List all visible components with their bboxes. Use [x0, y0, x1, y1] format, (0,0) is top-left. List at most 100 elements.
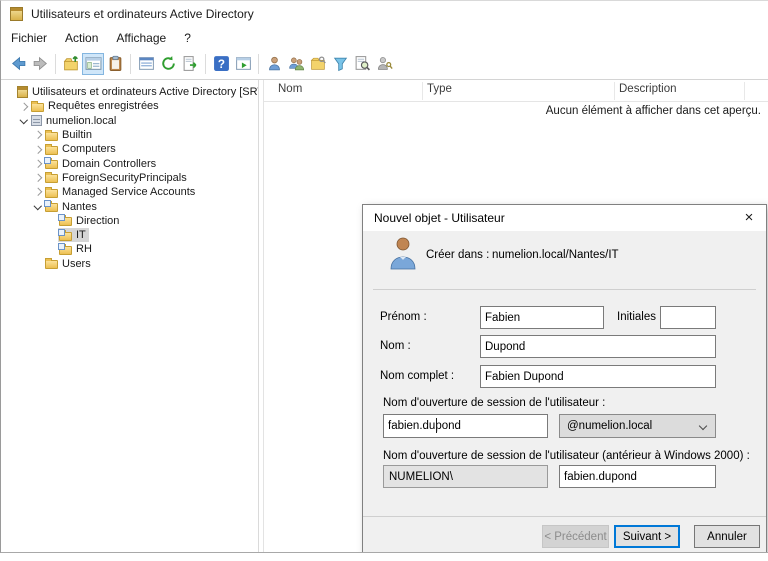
create-in-label: Créer dans : — [426, 249, 490, 261]
svg-text:?: ? — [217, 58, 224, 71]
organizational-unit-icon — [58, 228, 72, 241]
tree-item-root[interactable]: Utilisateurs et ordinateurs Active Direc… — [1, 85, 258, 99]
toolbar: ? — [1, 48, 768, 80]
tree-item-users[interactable]: Users — [1, 257, 258, 271]
new-object-user-dialog: Nouvel objet - Utilisateur × Créer dans … — [362, 204, 767, 552]
column-separator[interactable] — [744, 82, 745, 100]
list-header: Nom Type Description — [264, 80, 768, 102]
tree-item-rh[interactable]: RH — [1, 242, 258, 256]
forward-icon[interactable] — [29, 53, 51, 75]
tree-item-direction[interactable]: Direction — [1, 214, 258, 228]
menu-action[interactable]: Action — [56, 29, 107, 47]
toolbar-separator — [130, 53, 131, 74]
dialog-title: Nouvel objet - Utilisateur — [374, 211, 505, 225]
window-title: Utilisateurs et ordinateurs Active Direc… — [31, 7, 254, 21]
full-name-label: Nom complet : — [380, 370, 455, 382]
toolbar-separator — [205, 53, 206, 74]
chevron-right-icon[interactable] — [17, 104, 30, 110]
create-in-path: numelion.local/Nantes/IT — [492, 249, 619, 261]
tree-item-requetes-enregistrees[interactable]: Requêtes enregistrées — [1, 99, 258, 113]
column-header-nom[interactable]: Nom — [278, 83, 302, 95]
logon-name-field[interactable] — [383, 414, 548, 438]
folder-icon — [31, 100, 44, 112]
legacy-domain-field: NUMELION\ — [383, 465, 548, 488]
filter-icon[interactable] — [329, 53, 351, 75]
legacy-logon-label: Nom d'ouverture de session de l'utilisat… — [383, 450, 750, 462]
separator — [373, 289, 756, 290]
folder-icon — [45, 129, 58, 141]
logon-name-label: Nom d'ouverture de session de l'utilisat… — [383, 397, 606, 409]
domain-icon — [31, 115, 42, 127]
refresh-icon[interactable] — [157, 53, 179, 75]
column-separator[interactable] — [422, 82, 423, 100]
cancel-button[interactable]: Annuler — [694, 525, 760, 548]
aduc-window: Utilisateurs et ordinateurs Active Direc… — [0, 0, 768, 553]
chevron-right-icon[interactable] — [31, 175, 44, 181]
column-header-description[interactable]: Description — [619, 83, 677, 95]
user-icon — [387, 236, 419, 273]
export-list-icon[interactable] — [179, 53, 201, 75]
add-to-group-icon[interactable] — [307, 53, 329, 75]
first-name-label: Prénom : — [380, 311, 427, 323]
empty-list-message: Aucun élément à afficher dans cet aperçu… — [545, 105, 761, 117]
tree-item-numelion-local[interactable]: numelion.local — [1, 114, 258, 128]
chevron-right-icon[interactable] — [31, 132, 44, 138]
tree-item-computers[interactable]: Computers — [1, 142, 258, 156]
organizational-unit-icon — [44, 157, 58, 170]
organizational-unit-icon — [58, 242, 72, 255]
menu-affichage[interactable]: Affichage — [107, 29, 175, 47]
chevron-right-icon[interactable] — [31, 161, 44, 167]
tree-item-builtin[interactable]: Builtin — [1, 128, 258, 142]
chevron-down-icon[interactable] — [17, 119, 30, 123]
folder-icon — [45, 143, 58, 155]
chevron-down-icon — [698, 421, 708, 431]
tree-item-foreignsecurityprincipals[interactable]: ForeignSecurityPrincipals — [1, 171, 258, 185]
close-icon[interactable]: × — [732, 205, 766, 230]
initials-label: Initiales : — [617, 311, 663, 323]
chevron-right-icon[interactable] — [31, 147, 44, 153]
new-user-icon[interactable] — [263, 53, 285, 75]
properties-icon[interactable] — [104, 53, 126, 75]
find-icon[interactable] — [351, 53, 373, 75]
last-name-field[interactable] — [480, 335, 716, 358]
next-button[interactable]: Suivant > — [614, 525, 680, 548]
last-name-label: Nom : — [380, 340, 411, 352]
show-console-tree-icon[interactable] — [82, 52, 104, 75]
folder-icon — [45, 186, 58, 198]
tree-item-managed-service-accounts[interactable]: Managed Service Accounts — [1, 185, 258, 199]
text-caret — [436, 418, 437, 433]
menu-bar: Fichier Action Affichage ? — [1, 27, 768, 48]
tree-item-nantes[interactable]: Nantes — [1, 199, 258, 213]
initials-field[interactable] — [660, 306, 716, 329]
organizational-unit-icon — [44, 200, 58, 213]
legacy-logon-field[interactable] — [559, 465, 716, 488]
chevron-right-icon[interactable] — [31, 189, 44, 195]
full-name-field[interactable] — [480, 365, 716, 388]
previous-button[interactable]: < Précédent — [542, 525, 609, 548]
list-view-icon[interactable] — [135, 53, 157, 75]
new-group-icon[interactable] — [285, 53, 307, 75]
tree-item-it[interactable]: IT — [1, 228, 258, 243]
help-icon[interactable]: ? — [210, 53, 232, 75]
menu-help[interactable]: ? — [175, 29, 200, 47]
column-separator[interactable] — [614, 82, 615, 100]
folder-icon — [45, 258, 58, 270]
window-titlebar: Utilisateurs et ordinateurs Active Direc… — [1, 1, 768, 27]
upn-suffix-dropdown[interactable]: @numelion.local — [559, 414, 716, 438]
up-one-level-icon[interactable] — [60, 53, 82, 75]
folder-icon — [45, 172, 58, 184]
chevron-down-icon[interactable] — [31, 205, 44, 209]
dialog-titlebar: Nouvel objet - Utilisateur — [363, 205, 766, 231]
console-icon — [17, 86, 28, 99]
back-icon[interactable] — [7, 53, 29, 75]
organizational-unit-icon — [58, 214, 72, 227]
first-name-field[interactable] — [480, 306, 604, 329]
column-header-type[interactable]: Type — [427, 83, 452, 95]
menu-fichier[interactable]: Fichier — [2, 29, 56, 47]
console-tree-pane: Utilisateurs et ordinateurs Active Direc… — [1, 80, 259, 552]
separator — [363, 516, 766, 517]
tree-item-domain-controllers[interactable]: Domain Controllers — [1, 156, 258, 170]
aduc-app-icon — [10, 7, 23, 21]
user-key-icon[interactable] — [373, 53, 395, 75]
show-action-pane-icon[interactable] — [232, 53, 254, 75]
